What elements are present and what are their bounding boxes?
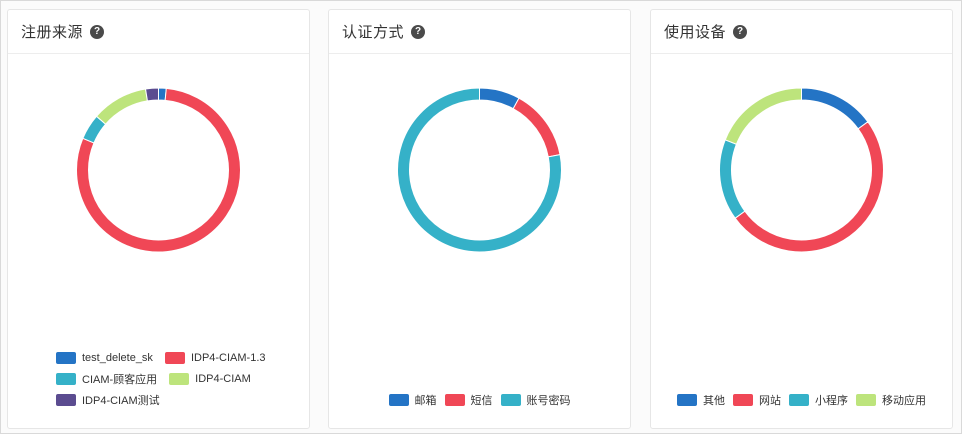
chart-legend: 其他 网站 小程序 移动应用	[651, 389, 952, 410]
help-icon[interactable]: ?	[411, 24, 426, 39]
donut-slice-其他[interactable]	[801, 87, 869, 130]
legend-swatch	[164, 351, 185, 364]
legend-item[interactable]: 邮箱	[388, 392, 437, 408]
legend-swatch	[56, 372, 76, 385]
card-title: 认证方式	[342, 24, 405, 41]
legend-label: 账号密码	[526, 394, 571, 407]
legend-label: 网站	[759, 394, 781, 407]
legend-label: CIAM-顾客应用	[82, 373, 158, 386]
legend-swatch	[388, 393, 409, 406]
donut-chart	[719, 87, 884, 253]
legend-swatch	[677, 393, 697, 406]
donut-chart	[397, 87, 562, 253]
legend-item[interactable]: 小程序	[789, 392, 848, 408]
chart-legend: 邮箱 短信 账号密码	[329, 389, 630, 410]
help-icon[interactable]: ?	[90, 24, 105, 39]
chart-legend: test_delete_sk IDP4-CIAM-1.3 CIAM-顾客应用 I…	[8, 347, 309, 410]
legend-item[interactable]: IDP4-CIAM测试	[56, 392, 160, 408]
legend-label: 邮箱	[414, 394, 437, 407]
legend-swatch	[856, 393, 876, 406]
legend-item[interactable]: test_delete_sk	[56, 351, 153, 364]
legend-swatch	[444, 393, 465, 406]
legend-label: 其他	[703, 394, 725, 407]
legend-item[interactable]: IDP4-CIAM	[169, 372, 251, 385]
legend-label: 移动应用	[882, 394, 926, 407]
device-usage-card: 使用设备 ? 其他 网站 小程序 移动应用	[650, 9, 953, 429]
auth-method-card: 认证方式 ? 邮箱 短信 账号密码	[328, 9, 631, 429]
legend-swatch	[56, 393, 76, 406]
card-header: 认证方式 ?	[329, 10, 630, 54]
card-header: 使用设备 ?	[651, 10, 952, 54]
card-header: 注册来源 ?	[8, 10, 309, 54]
legend-swatch	[733, 393, 753, 406]
donut-slice-邮箱[interactable]	[479, 87, 520, 110]
registration-source-card: 注册来源 ? test_delete_sk IDP4-CIAM-1.3 CIAM…	[7, 9, 310, 429]
legend-item[interactable]: 移动应用	[856, 392, 926, 408]
legend-item[interactable]: IDP4-CIAM-1.3	[164, 351, 266, 364]
legend-label: 短信	[470, 394, 493, 407]
legend-label: IDP4-CIAM-1.3	[190, 351, 266, 364]
card-title: 注册来源	[21, 24, 84, 41]
legend-label: test_delete_sk	[82, 351, 153, 364]
legend-item[interactable]: 账号密码	[500, 392, 571, 408]
donut-slice-IDP4-CIAM[interactable]	[95, 88, 149, 125]
card-title: 使用设备	[664, 24, 727, 41]
legend-label: IDP4-CIAM测试	[82, 394, 160, 407]
legend-label: 小程序	[815, 394, 848, 407]
dashboard-panel: 注册来源 ? test_delete_sk IDP4-CIAM-1.3 CIAM…	[0, 0, 962, 434]
legend-item[interactable]: 网站	[733, 392, 781, 408]
donut-slice-网站[interactable]	[734, 121, 884, 253]
donut-slice-小程序[interactable]	[719, 139, 746, 219]
donut-slice-IDP4-CIAM测试[interactable]	[144, 87, 159, 102]
legend-item[interactable]: CIAM-顾客应用	[56, 371, 157, 387]
donut-slice-短信[interactable]	[512, 97, 561, 158]
legend-swatch	[789, 393, 809, 406]
donut-chart	[76, 87, 241, 253]
legend-label: IDP4-CIAM	[195, 372, 251, 385]
help-icon[interactable]: ?	[733, 24, 748, 39]
legend-swatch	[169, 372, 190, 385]
legend-swatch	[56, 351, 76, 364]
legend-swatch	[500, 393, 521, 406]
legend-item[interactable]: 短信	[444, 392, 493, 408]
legend-item[interactable]: 其他	[677, 392, 725, 408]
donut-slice-移动应用[interactable]	[724, 87, 802, 145]
